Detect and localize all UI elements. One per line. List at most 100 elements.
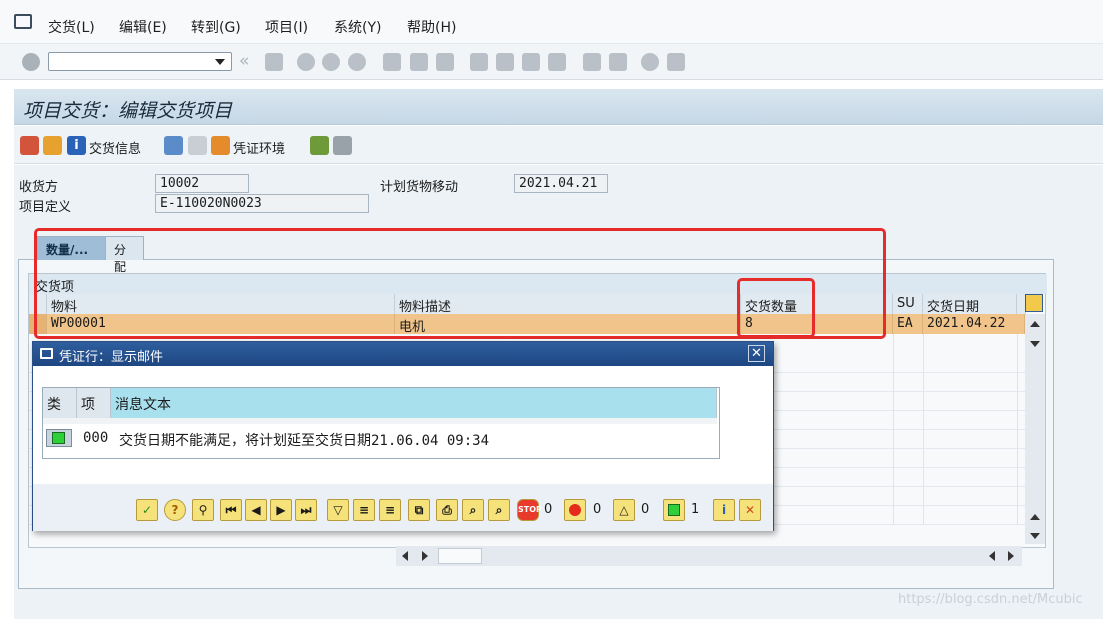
close-icon[interactable]: ✕	[748, 345, 765, 362]
col-su[interactable]: SU	[893, 294, 923, 314]
swap-icon[interactable]	[43, 136, 62, 155]
document-env-button-label[interactable]: 凭证环境	[233, 138, 285, 157]
cancel-icon[interactable]	[348, 53, 366, 71]
next-page-icon[interactable]	[522, 53, 540, 71]
success-status-icon	[52, 432, 65, 444]
scroll-down-icon[interactable]	[1030, 341, 1040, 347]
next-page-icon[interactable]: ▶	[270, 499, 292, 521]
recipient-field[interactable]: 10002	[155, 174, 249, 193]
dialog-body: 类 项 消息文本 000 交货日期不能满足，将计划延至交货日期21.06.04 …	[33, 366, 773, 484]
warning-icon[interactable]: △	[613, 499, 635, 521]
dialog-footer: ✓ ? ⚲ ⏮ ◀ ▶ ⏭ ▽ ≡ ≡ ⧉ ⎙ ⌕ ⌕ STOP 0 0 △ 0…	[33, 484, 773, 531]
col-message-text[interactable]: 消息文本	[111, 388, 717, 418]
exit-icon[interactable]	[322, 53, 340, 71]
column-divider	[923, 334, 924, 524]
cell-message-text[interactable]: 交货日期不能满足，将计划延至交货日期21.06.04 09:34	[115, 424, 715, 454]
back-chevron-icon[interactable]: «	[239, 51, 257, 71]
filter-icon[interactable]: ▽	[327, 499, 349, 521]
column-settings-icon[interactable]	[1025, 294, 1043, 312]
cell-delivery-date[interactable]: 2021.04.22	[923, 314, 1025, 334]
customize-layout-icon[interactable]	[667, 53, 685, 71]
dialog-window-icon	[40, 348, 53, 359]
sort-descending-icon[interactable]: ≡	[379, 499, 401, 521]
error-dot	[569, 504, 581, 516]
message-dialog: 凭证行：显示邮件 ✕ 类 项 消息文本 000 交货日期不能满足，将计划延至交货…	[32, 341, 774, 531]
delivery-info-button-label[interactable]: 交货信息	[89, 138, 141, 157]
dialog-title-bar[interactable]: 凭证行：显示邮件 ✕	[33, 342, 773, 366]
menu-item-goto[interactable]: 转到(G)	[191, 17, 241, 37]
info-icon[interactable]: i	[713, 499, 735, 521]
find-next-icon[interactable]: ⌕	[488, 499, 510, 521]
scroll-left-icon[interactable]	[989, 551, 995, 561]
scroll-up-icon[interactable]	[1030, 514, 1040, 520]
display-glasses-icon[interactable]	[188, 136, 207, 155]
scroll-left-icon[interactable]	[402, 551, 408, 561]
success-count: 1	[691, 502, 700, 517]
back-icon[interactable]	[297, 53, 315, 71]
planned-move-field[interactable]: 2021.04.21	[514, 174, 608, 193]
scroll-right-icon[interactable]	[1008, 551, 1014, 561]
first-page-icon[interactable]: ⏮	[220, 499, 242, 521]
column-divider	[893, 334, 894, 524]
deselect-all-icon[interactable]	[333, 136, 352, 155]
stack-icon[interactable]	[20, 136, 39, 155]
col-delivery-date[interactable]: 交货日期	[923, 294, 1017, 315]
sort-ascending-icon[interactable]: ≡	[353, 499, 375, 521]
dialog-title: 凭证行：显示邮件	[59, 350, 164, 365]
help-icon[interactable]	[641, 53, 659, 71]
col-item[interactable]: 项	[77, 388, 111, 418]
col-type[interactable]: 类	[43, 388, 77, 418]
copy-icon[interactable]: ⧉	[408, 499, 430, 521]
menu-bar: 交货(L) 编辑(E) 转到(G) 项目(I) 系统(Y) 帮助(H)	[0, 0, 1103, 44]
previous-page-icon[interactable]: ◀	[245, 499, 267, 521]
menu-exit-icon[interactable]	[14, 14, 32, 29]
help-question-icon[interactable]: ?	[164, 499, 186, 521]
find-next-icon[interactable]	[436, 53, 454, 71]
column-divider	[1017, 334, 1018, 524]
technical-info-icon[interactable]: ⚲	[192, 499, 214, 521]
menu-item-item[interactable]: 项目(I)	[265, 17, 308, 37]
stop-icon[interactable]: STOP	[517, 499, 542, 521]
success-square	[668, 504, 680, 516]
error-icon[interactable]	[564, 499, 586, 521]
title-bar: 项目交货：编辑交货项目	[14, 89, 1103, 125]
cell-su[interactable]: EA	[893, 314, 923, 334]
scroll-right-icon[interactable]	[422, 551, 428, 561]
menu-item-delivery[interactable]: 交货(L)	[48, 17, 95, 37]
enter-check-icon[interactable]	[22, 53, 40, 71]
watermark: https://blog.csdn.net/Mcubic	[898, 592, 1083, 607]
scroll-thumb[interactable]	[438, 548, 482, 564]
vertical-scrollbar[interactable]	[1025, 314, 1045, 544]
shortcut-icon[interactable]	[609, 53, 627, 71]
find-icon[interactable]	[410, 53, 428, 71]
delete-icon[interactable]	[164, 136, 183, 155]
success-icon[interactable]	[663, 499, 685, 521]
scroll-up-icon[interactable]	[1030, 321, 1040, 327]
cell-item[interactable]: 000	[79, 424, 111, 454]
project-def-field[interactable]: E-110020N0023	[155, 194, 369, 213]
command-field[interactable]	[48, 52, 232, 71]
find-icon[interactable]: ⌕	[462, 499, 484, 521]
last-page-icon[interactable]	[548, 53, 566, 71]
print-icon[interactable]: ⎙	[436, 499, 458, 521]
document-flow-icon[interactable]	[211, 136, 230, 155]
previous-page-icon[interactable]	[496, 53, 514, 71]
cancel-x-icon[interactable]: ✕	[739, 499, 761, 521]
new-session-icon[interactable]	[583, 53, 601, 71]
save-icon[interactable]	[265, 53, 283, 71]
last-page-icon[interactable]: ⏭	[295, 499, 317, 521]
chevron-down-icon[interactable]	[215, 59, 225, 65]
print-icon[interactable]	[383, 53, 401, 71]
planned-move-label: 计划货物移动	[380, 180, 459, 195]
confirm-check-icon[interactable]: ✓	[136, 499, 158, 521]
info-icon[interactable]: i	[67, 136, 86, 155]
select-all-icon[interactable]	[310, 136, 329, 155]
menu-item-system[interactable]: 系统(Y)	[334, 17, 381, 37]
menu-item-edit[interactable]: 编辑(E)	[119, 17, 167, 37]
error-count: 0	[593, 502, 602, 517]
menu-item-help[interactable]: 帮助(H)	[407, 17, 456, 37]
scroll-down-icon[interactable]	[1030, 533, 1040, 539]
horizontal-scrollbar[interactable]	[396, 546, 1022, 566]
first-page-icon[interactable]	[470, 53, 488, 71]
application-toolbar: i 交货信息 凭证环境	[14, 126, 1103, 164]
